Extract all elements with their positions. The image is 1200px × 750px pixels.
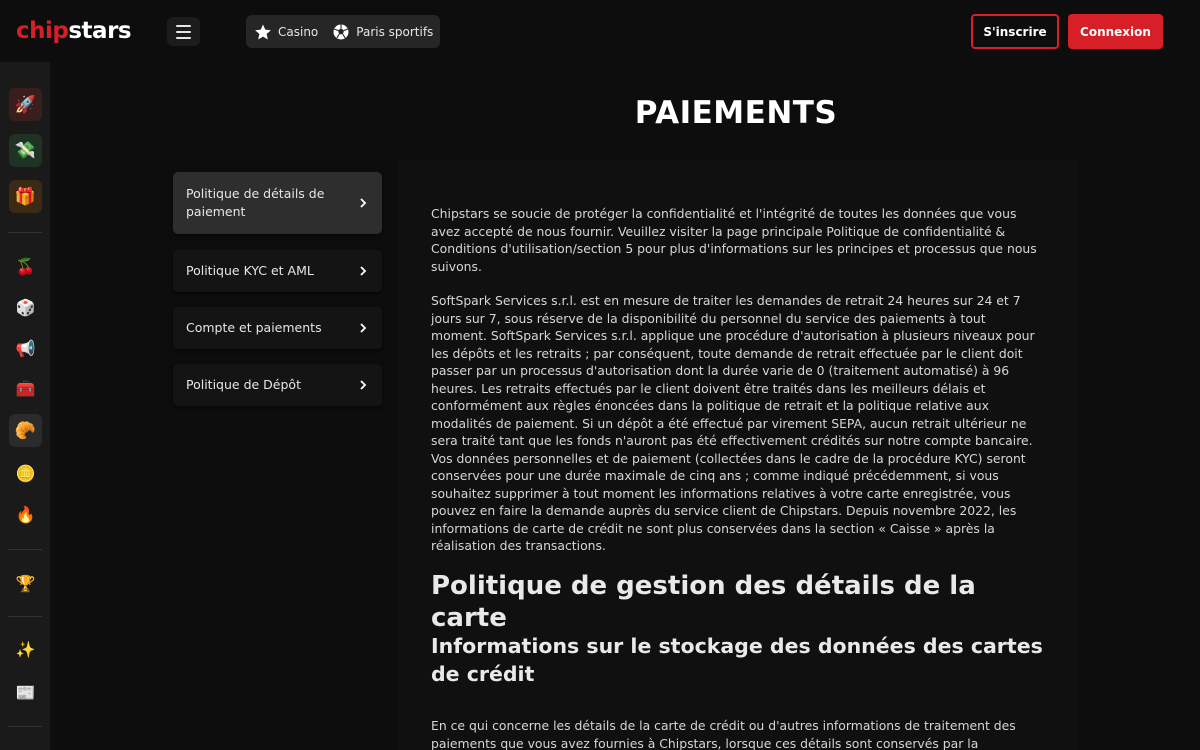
chevron-right-icon <box>360 198 367 208</box>
withdrawal-paragraph: SoftSpark Services s.r.l. est en mesure … <box>431 293 1035 553</box>
soccer-ball-icon <box>333 24 349 39</box>
menu-item-deposit-policy[interactable]: Politique de Dépôt <box>173 364 382 406</box>
main-nav: Casino Paris sportifs <box>246 15 440 48</box>
subsection-heading-card-storage: Informations sur le stockage des données… <box>431 634 1043 686</box>
treasure-chest-icon[interactable]: 🧰 <box>9 372 42 405</box>
star-icon <box>255 24 271 39</box>
hamburger-line <box>176 30 191 33</box>
hamburger-line <box>176 36 191 39</box>
section-heading-card-policy: Politique de gestion des détails de la c… <box>431 571 976 633</box>
logo-text-stars: stars <box>68 18 132 44</box>
chipstars-logo[interactable]: chip stars <box>16 15 132 47</box>
top-header: chip stars Casino Paris sportifs S'inscr… <box>0 0 1200 62</box>
menu-item-account-payments[interactable]: Compte et paiements <box>173 307 382 349</box>
sidebar-divider <box>8 549 42 550</box>
sidebar-divider <box>8 726 42 727</box>
nav-casino[interactable]: Casino <box>254 23 318 41</box>
hamburger-menu-button[interactable] <box>167 17 200 46</box>
megaphone-icon[interactable]: 📢 <box>9 332 42 365</box>
chevron-right-icon <box>360 266 367 276</box>
intro-paragraph: Chipstars se soucie de protéger la confi… <box>431 206 1037 274</box>
menu-item-label: Politique KYC et AML <box>186 263 314 278</box>
croissant-icon[interactable]: 🥐 <box>9 414 42 447</box>
menu-item-label: Compte et paiements <box>186 320 322 335</box>
hamburger-line <box>176 24 191 27</box>
menu-item-kyc-aml-policy[interactable]: Politique KYC et AML <box>173 250 382 292</box>
flame-icon[interactable]: 🔥 <box>9 498 42 531</box>
trophy-icon[interactable]: 🏆 <box>9 567 42 600</box>
cherries-icon[interactable]: 🍒 <box>9 250 42 283</box>
login-button[interactable]: Connexion <box>1068 14 1163 49</box>
rocket-icon[interactable]: 🚀 <box>9 88 42 121</box>
menu-item-label: Politique de Dépôt <box>186 377 301 392</box>
sparkle-icon[interactable]: ✨ <box>9 633 42 666</box>
chevron-right-icon <box>360 323 367 333</box>
menu-item-label: Politique de détails de paiement <box>186 186 325 219</box>
coin-icon[interactable]: 🪙 <box>9 457 42 490</box>
newspaper-icon[interactable]: 📰 <box>9 676 42 709</box>
left-sidebar: 🚀 💸 🎁 🍒 🎲 📢 🧰 🥐 🪙 🔥 🏆 ✨ 📰 <box>0 62 50 750</box>
card-details-paragraph: En ce qui concerne les détails de la car… <box>431 718 1016 750</box>
nav-sports-label: Paris sportifs <box>356 24 434 39</box>
logo-text-chip: chip <box>16 18 69 44</box>
register-button[interactable]: S'inscrire <box>971 14 1059 49</box>
chevron-right-icon <box>360 380 367 390</box>
money-icon[interactable]: 💸 <box>9 134 42 167</box>
menu-item-payment-details-policy[interactable]: Politique de détails de paiement <box>173 172 382 234</box>
dice-icon[interactable]: 🎲 <box>9 291 42 324</box>
sidebar-divider <box>8 232 42 233</box>
nav-casino-label: Casino <box>278 24 319 39</box>
page-title: PAIEMENTS <box>634 95 838 131</box>
nav-sports[interactable]: Paris sportifs <box>332 23 433 41</box>
sidebar-divider <box>8 616 42 617</box>
gift-icon[interactable]: 🎁 <box>9 180 42 213</box>
